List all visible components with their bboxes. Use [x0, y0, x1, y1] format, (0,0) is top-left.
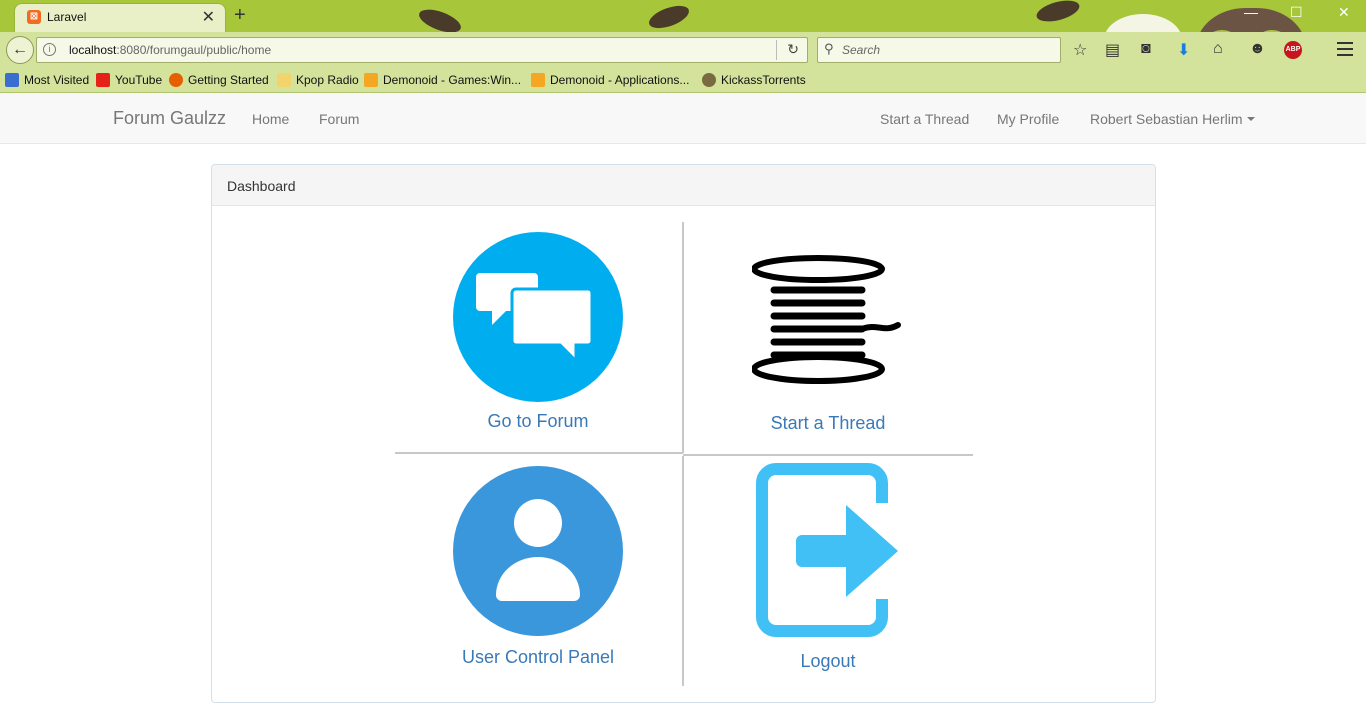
back-button[interactable]: ← [6, 36, 34, 64]
grid-divider-horizontal [683, 454, 973, 456]
info-icon[interactable]: i [43, 43, 56, 56]
bookmark-kickasstorrents[interactable]: KickassTorrents [702, 73, 806, 87]
minimize-icon[interactable]: — [1244, 4, 1258, 20]
grid-divider-horizontal [395, 452, 683, 454]
url-text[interactable]: localhost:8080/forumgaul/public/home [69, 43, 271, 57]
home-icon[interactable]: ⌂ [1213, 40, 1223, 58]
download-icon[interactable]: ⬇ [1177, 40, 1190, 60]
kickass-icon [702, 73, 716, 87]
rss-icon [531, 73, 545, 87]
tab-bar: ⊠ Laravel ✕ + — ☐ ✕ [0, 0, 1366, 32]
tile-label[interactable]: Go to Forum [395, 411, 681, 432]
laravel-favicon-icon: ⊠ [27, 10, 41, 24]
browser-toolbar: ← i localhost:8080/forumgaul/public/home… [0, 32, 1366, 68]
most-visited-icon [5, 73, 19, 87]
reload-icon[interactable]: ↻ [787, 41, 799, 58]
close-window-icon[interactable]: ✕ [1338, 4, 1350, 21]
pocket-icon[interactable]: ◙ [1141, 40, 1151, 58]
tile-label[interactable]: User Control Panel [395, 647, 681, 668]
extension-icon[interactable]: ☻ [1249, 40, 1266, 58]
bookmark-getting-started[interactable]: Getting Started [169, 73, 269, 87]
chat-bubbles-icon [453, 232, 623, 402]
tab-title: Laravel [47, 10, 87, 24]
user-icon [453, 466, 623, 636]
tab-close-icon[interactable]: ✕ [202, 7, 215, 27]
panel-heading: Dashboard [212, 165, 1155, 206]
youtube-icon [96, 73, 110, 87]
bookmark-youtube[interactable]: YouTube [96, 73, 162, 87]
search-bar[interactable]: ⚲ Search [817, 37, 1061, 63]
nav-forum[interactable]: Forum [319, 111, 359, 127]
user-name: Robert Sebastian Herlim [1090, 111, 1243, 127]
rss-icon [364, 73, 378, 87]
browser-tab[interactable]: ⊠ Laravel ✕ [14, 3, 226, 32]
nav-start-thread[interactable]: Start a Thread [880, 111, 969, 127]
folder-icon [277, 73, 291, 87]
site-brand[interactable]: Forum Gaulzz [113, 108, 226, 129]
bookmark-star-icon[interactable]: ☆ [1073, 40, 1087, 60]
tile-label[interactable]: Start a Thread [684, 413, 972, 434]
logout-icon [756, 463, 898, 637]
browser-chrome: ⊠ Laravel ✕ + — ☐ ✕ ← i localhost:8080/f… [0, 0, 1366, 93]
dashboard-panel: Dashboard Go to Forum Start a Thread Use… [211, 164, 1156, 703]
tile-label[interactable]: Logout [684, 651, 972, 672]
tile-start-thread[interactable]: Start a Thread [684, 225, 972, 445]
site-navbar: Forum Gaulzz Home Forum Start a Thread M… [0, 93, 1366, 144]
user-dropdown[interactable]: Robert Sebastian Herlim [1090, 111, 1255, 127]
reading-list-icon[interactable]: ▤ [1105, 40, 1120, 60]
bookmark-demonoid-applications[interactable]: Demonoid - Applications... [531, 73, 689, 87]
tile-user-control-panel[interactable]: User Control Panel [395, 463, 681, 683]
thread-spool-icon [752, 255, 901, 384]
adblock-plus-icon[interactable]: ABP [1284, 41, 1302, 59]
tile-logout[interactable]: Logout [684, 463, 972, 683]
firefox-icon [169, 73, 183, 87]
tile-go-to-forum[interactable]: Go to Forum [395, 225, 681, 440]
bookmarks-toolbar: Most Visited YouTube Getting Started Kpo… [0, 68, 1366, 93]
bookmark-kpop-radio[interactable]: Kpop Radio [277, 73, 359, 87]
new-tab-button[interactable]: + [234, 4, 246, 27]
url-bar[interactable]: i localhost:8080/forumgaul/public/home ↻ [36, 37, 808, 63]
menu-icon[interactable] [1337, 42, 1353, 60]
bookmark-demonoid-games[interactable]: Demonoid - Games:Win... [364, 73, 521, 87]
caret-down-icon [1246, 117, 1255, 121]
url-separator [776, 40, 777, 60]
maximize-icon[interactable]: ☐ [1290, 4, 1303, 21]
nav-my-profile[interactable]: My Profile [997, 111, 1059, 127]
search-placeholder: Search [842, 43, 881, 57]
search-icon: ⚲ [824, 41, 834, 56]
bookmark-most-visited[interactable]: Most Visited [5, 73, 89, 87]
nav-home[interactable]: Home [252, 111, 289, 127]
